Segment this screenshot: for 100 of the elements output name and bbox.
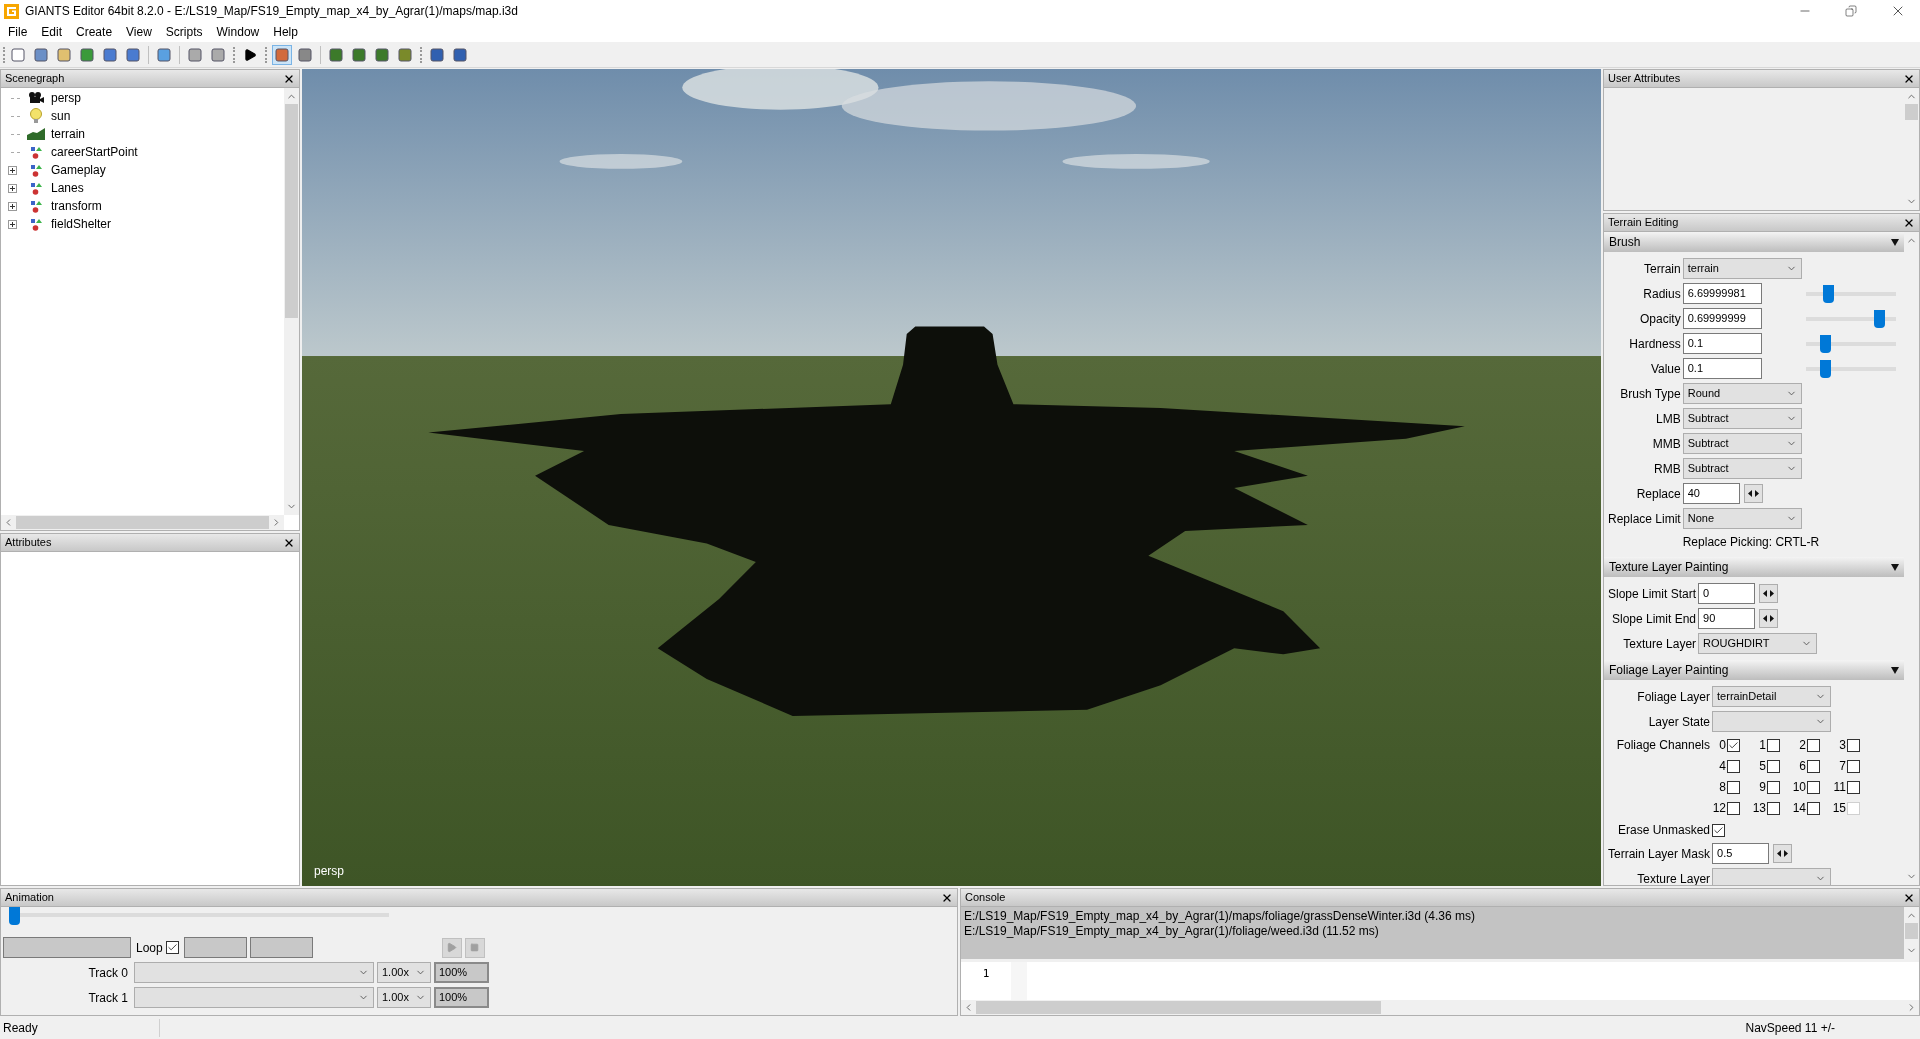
clip-dropdown[interactable] xyxy=(134,987,374,1008)
vertical-scrollbar[interactable] xyxy=(284,88,299,515)
weight-field[interactable]: 100% xyxy=(434,987,489,1008)
section-header[interactable]: Texture Layer Painting xyxy=(1604,557,1904,577)
number-field[interactable]: 0 xyxy=(1698,583,1756,604)
spin-button[interactable] xyxy=(1759,609,1779,628)
menu-item[interactable]: Help xyxy=(273,23,298,41)
play-button[interactable] xyxy=(441,937,462,958)
number-field[interactable]: 90 xyxy=(1698,608,1756,629)
dropdown[interactable]: Subtract xyxy=(1682,458,1802,479)
field-label: Foliage Channels xyxy=(1615,737,1711,754)
slider-thumb[interactable] xyxy=(1819,359,1831,378)
checkbox[interactable] xyxy=(1847,738,1861,752)
transform-node-icon xyxy=(30,145,42,159)
checkbox[interactable] xyxy=(1807,780,1821,794)
slider-thumb[interactable] xyxy=(1819,334,1831,353)
expand-toggle[interactable] xyxy=(7,165,17,175)
number-field[interactable]: 0.69999999 xyxy=(1682,308,1762,329)
tree-item[interactable]: transform xyxy=(1,197,284,215)
menu-item[interactable]: File xyxy=(8,23,28,41)
number-field[interactable]: 0.1 xyxy=(1682,358,1762,379)
status-message: Ready xyxy=(0,1018,160,1037)
tree-item[interactable]: terrain xyxy=(1,125,284,143)
weight-field[interactable]: 100% xyxy=(434,962,489,983)
checkbox[interactable] xyxy=(1767,780,1781,794)
left-right-arrows-icon xyxy=(1763,590,1775,597)
checkbox[interactable] xyxy=(1727,780,1741,794)
horizontal-scrollbar[interactable] xyxy=(1,515,284,530)
tree-item[interactable]: Gameplay xyxy=(1,161,284,179)
checkbox[interactable] xyxy=(1767,801,1781,815)
menu-item[interactable]: Edit xyxy=(41,23,63,41)
app-logo-icon xyxy=(4,3,19,19)
field-label: RMB xyxy=(1653,460,1681,478)
spin-button[interactable] xyxy=(1773,844,1793,863)
checkbox[interactable] xyxy=(1807,801,1821,815)
field-label: Replace Limit xyxy=(1608,510,1681,528)
scrollbar-thumb[interactable] xyxy=(976,1001,1381,1014)
menu-item[interactable]: Create xyxy=(76,23,113,41)
node-label: Gameplay xyxy=(51,162,106,179)
start-field[interactable] xyxy=(183,937,247,958)
checkbox[interactable] xyxy=(165,941,179,954)
checkbox[interactable] xyxy=(1727,759,1741,773)
dropdown[interactable]: None xyxy=(1682,508,1802,529)
slider-thumb[interactable] xyxy=(1823,284,1835,303)
terrain-icon xyxy=(27,128,45,140)
dropdown[interactable]: terrain xyxy=(1682,258,1802,279)
clip-dropdown[interactable] xyxy=(134,962,374,983)
dropdown[interactable]: Subtract xyxy=(1682,408,1802,429)
checkbox[interactable] xyxy=(1767,759,1781,773)
scrollbar-thumb[interactable] xyxy=(1905,923,1918,939)
expand-toggle[interactable] xyxy=(7,201,17,211)
tree-item[interactable]: persp xyxy=(1,89,284,107)
viewport[interactable]: persp xyxy=(302,69,1601,886)
script-editor[interactable]: 1 xyxy=(961,962,1919,1000)
dropdown[interactable]: ROUGHDIRT xyxy=(1698,633,1818,654)
spin-button[interactable] xyxy=(1743,484,1763,503)
menu-item[interactable]: View xyxy=(126,23,152,41)
checkbox[interactable] xyxy=(1767,738,1781,752)
scrollbar-thumb[interactable] xyxy=(285,104,298,318)
spin-button[interactable] xyxy=(1759,584,1779,603)
expand-toggle[interactable] xyxy=(7,183,17,193)
speed-dropdown[interactable]: 1.00x xyxy=(377,987,431,1008)
transform-node-icon xyxy=(30,217,42,231)
checkbox[interactable] xyxy=(1847,780,1861,794)
checkbox[interactable] xyxy=(1727,801,1741,815)
scrollbar-thumb[interactable] xyxy=(15,516,270,529)
checkbox[interactable] xyxy=(1727,738,1741,752)
tree-item[interactable]: Lanes xyxy=(1,179,284,197)
checkbox[interactable] xyxy=(1807,759,1821,773)
number-field[interactable]: 40 xyxy=(1682,483,1740,504)
tree-item[interactable]: sun xyxy=(1,107,284,125)
time-field[interactable] xyxy=(3,937,131,958)
dropdown[interactable]: Round xyxy=(1682,383,1802,404)
stop-button[interactable] xyxy=(464,937,485,958)
section-header[interactable]: Brush xyxy=(1604,232,1904,252)
checkbox[interactable] xyxy=(1712,823,1726,837)
number-field[interactable]: 6.69999981 xyxy=(1682,283,1762,304)
expand-toggle[interactable] xyxy=(7,219,17,229)
number-field[interactable]: 0.5 xyxy=(1712,843,1770,864)
number-field[interactable]: 0.1 xyxy=(1682,333,1762,354)
panel-title: Animation xyxy=(5,890,54,906)
menu-item[interactable]: Window xyxy=(216,23,260,41)
loop-label: Loop xyxy=(136,939,163,957)
timeline-thumb[interactable] xyxy=(9,907,20,925)
end-field[interactable] xyxy=(249,937,313,958)
dropdown[interactable]: Subtract xyxy=(1682,433,1802,454)
checkbox[interactable] xyxy=(1847,759,1861,773)
speed-dropdown[interactable]: 1.00x xyxy=(377,962,431,983)
tree-item[interactable]: careerStartPoint xyxy=(1,143,284,161)
dropdown[interactable]: terrainDetail xyxy=(1712,686,1832,707)
vertical-scrollbar[interactable] xyxy=(1904,907,1919,959)
tree-item[interactable]: fieldShelter xyxy=(1,215,284,233)
scrollbar-thumb[interactable] xyxy=(1905,104,1918,120)
restore-icon[interactable] xyxy=(1845,5,1857,17)
slider-thumb[interactable] xyxy=(1873,309,1885,328)
menu-item[interactable]: Scripts xyxy=(165,23,203,41)
section-header[interactable]: Foliage Layer Painting xyxy=(1604,660,1904,680)
node-label: Lanes xyxy=(51,180,84,197)
channel-number: 0 xyxy=(1719,737,1727,754)
checkbox[interactable] xyxy=(1807,738,1821,752)
